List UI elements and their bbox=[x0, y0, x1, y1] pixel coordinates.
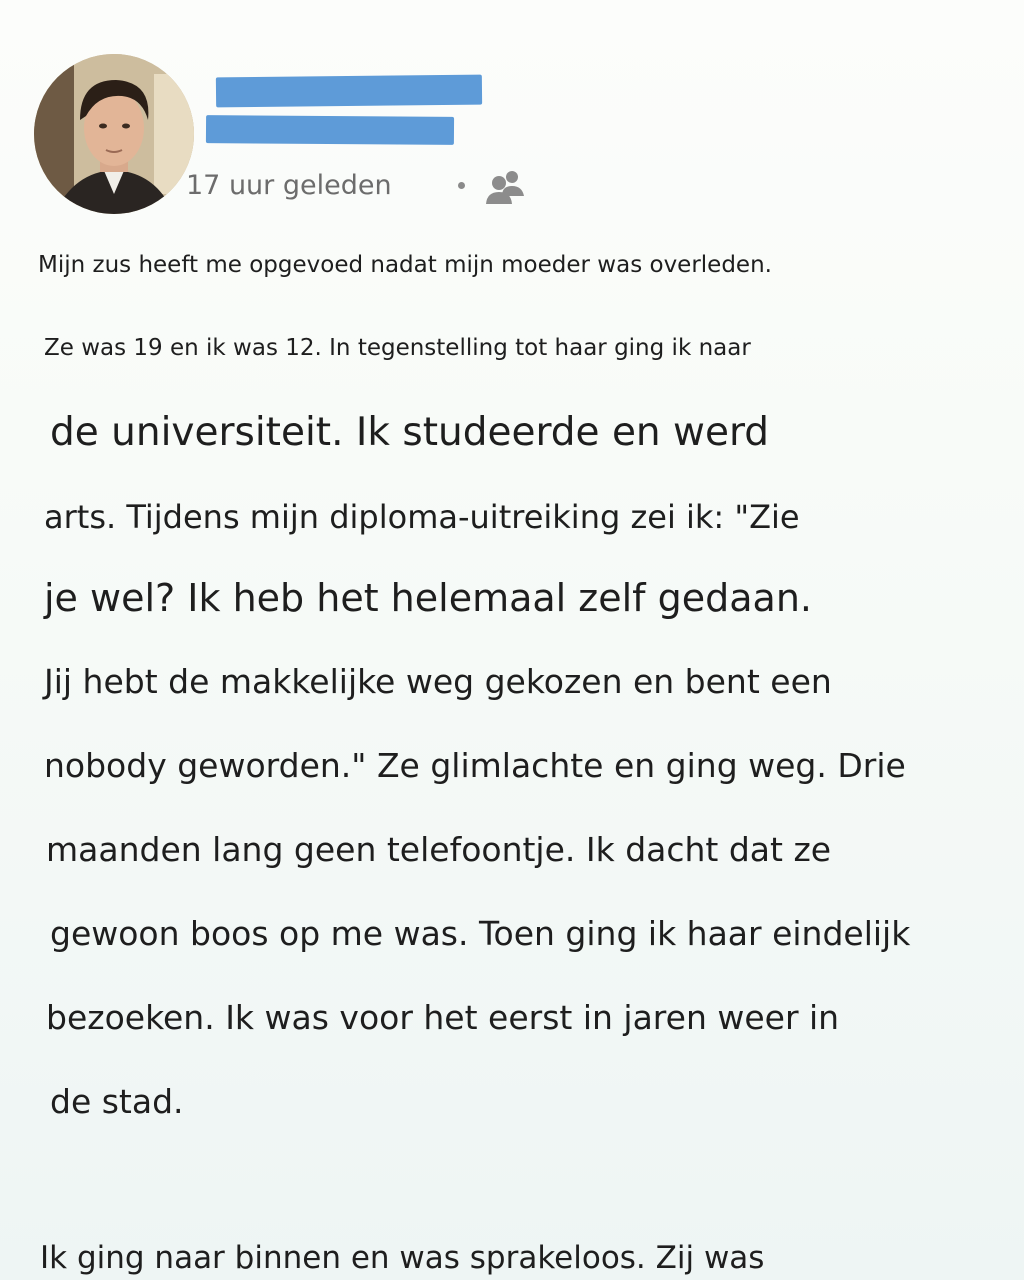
facebook-post: 17 uur geleden Mijn zus heeft me opgevoe… bbox=[0, 0, 1024, 1280]
post-text-line: Ik ging naar binnen en was sprakeloos. Z… bbox=[40, 1240, 765, 1276]
post-text-line: Jij hebt de makkelijke weg gekozen en be… bbox=[44, 662, 832, 701]
avatar-photo bbox=[34, 54, 194, 214]
post-text-line: de stad. bbox=[50, 1082, 184, 1121]
post-text-line: gewoon boos op me was. Toen ging ik haar… bbox=[50, 914, 911, 953]
name-redaction-bar bbox=[205, 115, 455, 145]
post-text-line: Mijn zus heeft me opgevoed nadat mijn mo… bbox=[38, 252, 772, 278]
avatar[interactable] bbox=[34, 54, 194, 214]
post-text-line: de universiteit. Ik studeerde en werd bbox=[50, 410, 770, 455]
post-text-line: Ze was 19 en ik was 12. In tegenstelling… bbox=[44, 335, 751, 361]
separator-dot bbox=[458, 182, 465, 189]
post-text-line: nobody geworden." Ze glimlachte en ging … bbox=[44, 746, 906, 785]
name-redaction-bar bbox=[215, 74, 483, 108]
post-text-line: bezoeken. Ik was voor het eerst in jaren… bbox=[46, 998, 840, 1037]
post-text-line: je wel? Ik heb het helemaal zelf gedaan. bbox=[44, 576, 812, 620]
post-timestamp[interactable]: 17 uur geleden bbox=[186, 170, 392, 201]
post-text-line: maanden lang geen telefoontje. Ik dacht … bbox=[46, 830, 832, 869]
post-text-line: arts. Tijdens mijn diploma-uitreiking ze… bbox=[44, 498, 800, 536]
friends-icon[interactable] bbox=[484, 168, 532, 212]
